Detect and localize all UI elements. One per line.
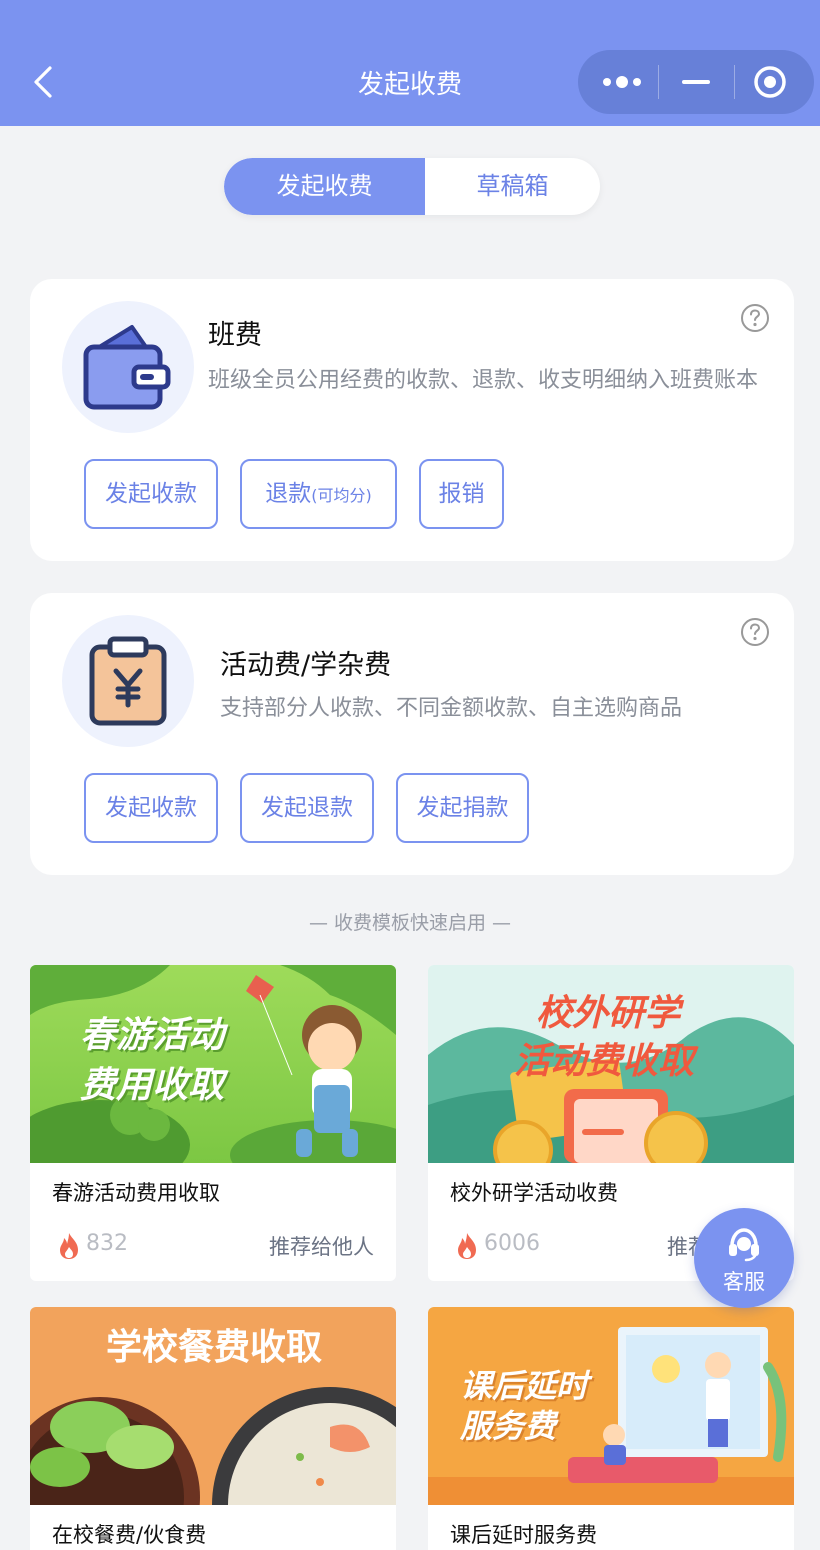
- capsule-divider: [658, 65, 659, 99]
- template-banner: 校外研学 活动费收取: [428, 965, 794, 1163]
- customer-service-button[interactable]: 客服: [694, 1208, 794, 1308]
- activity-fee-title: 活动费/学杂费: [220, 650, 392, 681]
- template-name: 课后延时服务费: [450, 1523, 597, 1547]
- template-name: 春游活动费用收取: [52, 1181, 220, 1205]
- template-name: 在校餐费/伙食费: [52, 1523, 207, 1547]
- activity-fee-card: 活动费/学杂费 支持部分人收款、不同金额收款、自主选购商品 发起收款 发起退款 …: [30, 593, 794, 875]
- tab-drafts[interactable]: 草稿箱: [425, 158, 600, 215]
- class-fee-refund-button[interactable]: 退款(可均分): [240, 459, 397, 529]
- activity-fee-collect-button[interactable]: 发起收款: [84, 773, 218, 843]
- template-card[interactable]: 春游活动 费用收取 春游活动费用收取 832 推荐给他人: [30, 965, 396, 1281]
- fire-icon: [60, 1233, 78, 1259]
- class-fee-title: 班费: [208, 320, 262, 351]
- more-dots-icon[interactable]: [598, 64, 648, 100]
- popularity-count: 6006: [484, 1231, 540, 1256]
- fire-icon: [458, 1233, 476, 1259]
- recommend-button[interactable]: 推荐给他人: [269, 1231, 374, 1261]
- banner-title-line: 费用收取: [80, 1065, 225, 1106]
- refund-note: (可均分): [311, 486, 372, 505]
- button-label: 发起收款: [105, 795, 197, 821]
- clipboard-icon-wrapper: [62, 615, 194, 747]
- button-label: 退款: [265, 481, 312, 507]
- class-fee-description: 班级全员公用经费的收款、退款、收支明细纳入班费账本: [208, 368, 759, 393]
- banner-title-line: 课后延时: [460, 1367, 589, 1405]
- activity-fee-description: 支持部分人收款、不同金额收款、自主选购商品: [220, 696, 683, 721]
- segmented-tabs: 发起收费 草稿箱: [224, 158, 600, 215]
- banner-title-line: 活动费收取: [514, 1041, 695, 1082]
- banner-title-line: 校外研学: [536, 993, 681, 1034]
- popularity-count: 832: [86, 1231, 128, 1256]
- banner-title-line: 服务费: [460, 1407, 557, 1445]
- capsule-divider: [734, 65, 735, 99]
- class-fee-card: 班费 班级全员公用经费的收款、退款、收支明细纳入班费账本 发起收款 退款(可均分…: [30, 279, 794, 561]
- template-card[interactable]: 学校餐费收取 在校餐费/伙食费: [30, 1307, 396, 1550]
- button-label: 发起收款: [105, 481, 197, 507]
- button-label: 报销: [438, 481, 485, 507]
- template-banner: 学校餐费收取: [30, 1307, 396, 1505]
- help-icon[interactable]: [740, 617, 770, 647]
- template-name: 校外研学活动收费: [450, 1181, 618, 1205]
- class-fee-collect-button[interactable]: 发起收款: [84, 459, 218, 529]
- headset-icon: [729, 1228, 759, 1262]
- button-label: 发起捐款: [416, 795, 509, 821]
- button-label: 发起退款: [261, 795, 353, 821]
- template-card[interactable]: 课后延时 服务费 课后延时服务费: [428, 1307, 794, 1550]
- help-icon[interactable]: [740, 303, 770, 333]
- activity-fee-refund-button[interactable]: 发起退款: [240, 773, 374, 843]
- banner-title-line: 学校餐费收取: [106, 1327, 323, 1368]
- yuan-clipboard-icon: [89, 636, 167, 726]
- customer-service-label: 客服: [723, 1270, 765, 1294]
- tab-initiate-fee[interactable]: 发起收费: [224, 158, 425, 215]
- activity-fee-donate-button[interactable]: 发起捐款: [396, 773, 529, 843]
- template-banner: 春游活动 费用收取: [30, 965, 396, 1163]
- minimize-icon[interactable]: [676, 64, 716, 100]
- banner-title-line: 春游活动: [80, 1015, 225, 1056]
- close-target-icon[interactable]: [750, 64, 790, 100]
- template-banner: 课后延时 服务费: [428, 1307, 794, 1505]
- wallet-icon: [83, 325, 171, 410]
- templates-section-label: — 收费模板快速启用 —: [308, 912, 512, 934]
- nav-bar: 发起收费: [0, 0, 820, 126]
- wallet-icon-wrapper: [62, 301, 194, 433]
- mini-program-capsule: [578, 50, 814, 114]
- class-fee-reimburse-button[interactable]: 报销: [419, 459, 504, 529]
